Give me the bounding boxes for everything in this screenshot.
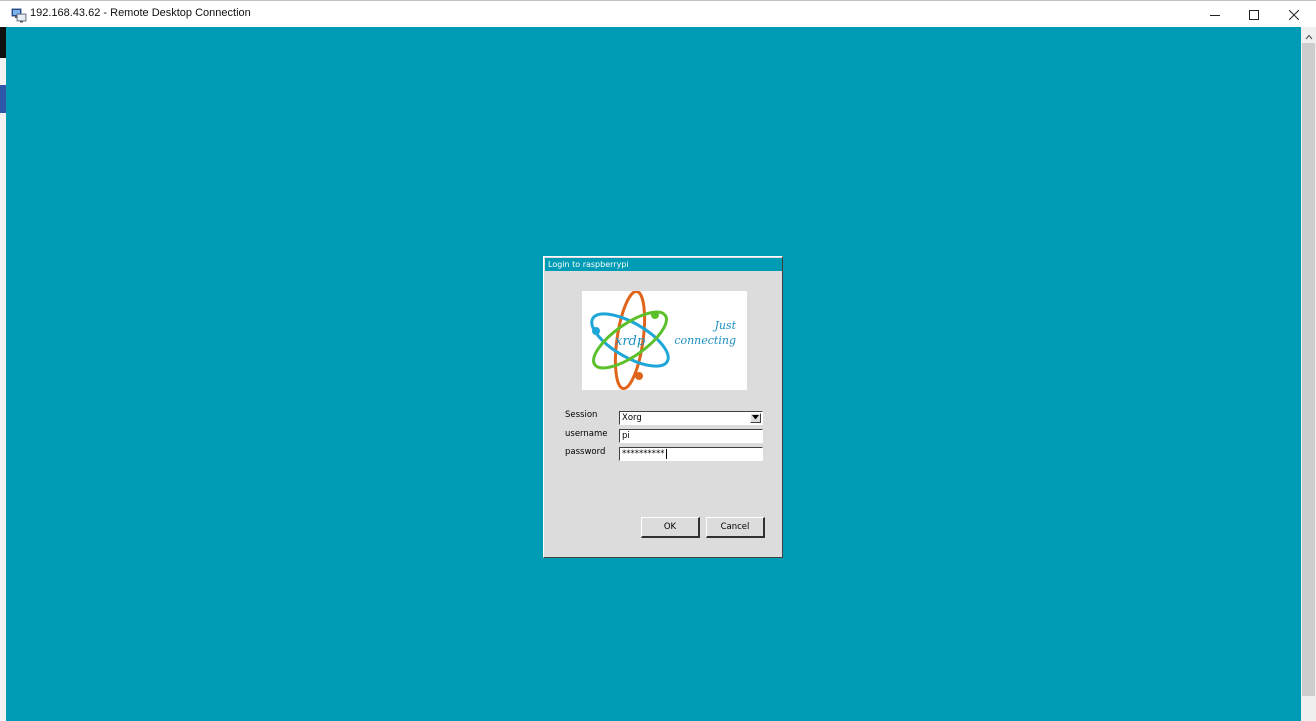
cancel-button[interactable]: Cancel [706, 517, 765, 538]
maximize-icon [1249, 9, 1259, 20]
vertical-scrollbar[interactable] [1301, 27, 1316, 721]
logo-tagline-line2: connecting [674, 334, 736, 347]
ok-button[interactable]: OK [641, 517, 700, 538]
scroll-up-button[interactable] [1301, 27, 1316, 42]
close-button[interactable] [1274, 1, 1314, 28]
close-icon [1289, 9, 1299, 20]
maximize-button[interactable] [1234, 1, 1274, 28]
xrdp-logo: xrdp Just connecting [582, 291, 747, 390]
remote-desktop-icon [11, 7, 27, 23]
session-select[interactable]: Xorg [619, 411, 763, 425]
dialog-title: Login to raspberrypi [545, 258, 782, 271]
session-value: Xorg [622, 413, 642, 423]
text-caret [665, 448, 667, 459]
password-value: ********** [622, 449, 665, 459]
scrollbar-thumb[interactable] [1302, 43, 1315, 696]
chevron-down-icon [752, 412, 759, 424]
password-label: password [565, 447, 606, 457]
window-title: 192.168.43.62 - Remote Desktop Connectio… [30, 7, 251, 19]
minimize-button[interactable] [1195, 1, 1235, 28]
password-field[interactable]: ********** [619, 447, 763, 461]
username-label: username [565, 429, 608, 439]
logo-tagline-line1: Just [712, 319, 736, 332]
chevron-up-icon [1305, 25, 1313, 44]
username-field[interactable]: pi [619, 429, 763, 443]
minimize-icon [1210, 10, 1220, 20]
session-dropdown-button[interactable] [750, 413, 761, 423]
logo-brand-text: xrdp [615, 334, 646, 349]
username-value: pi [622, 431, 630, 441]
login-dialog: Login to raspberrypi xrdp Just connectin… [543, 256, 783, 558]
session-label: Session [565, 410, 598, 420]
window-titlebar[interactable]: 192.168.43.62 - Remote Desktop Connectio… [0, 0, 1316, 27]
